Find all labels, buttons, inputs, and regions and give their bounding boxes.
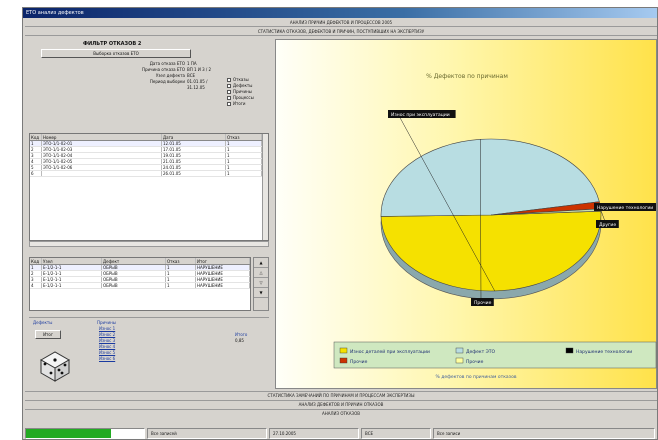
left-pane: ФИЛЬТР ОТКАЗОВ 2 Выборка отказов ЕТО Дат…: [27, 39, 273, 389]
table-row[interactable]: 4 Е-1/2-1-1 ОБРЫВ 1 НАРУШЕНИЕ: [30, 283, 250, 289]
lower-panel: Дефекты Итог Причины Износ 1 Износ 2 Изн…: [29, 317, 269, 387]
status-filter: ВСЕ: [361, 428, 431, 439]
pie-slice: [380, 210, 602, 292]
legend-label: Прочие: [350, 359, 368, 365]
pie-chart-panel: % Дефектов по причинам Износ при эксплуат…: [275, 39, 657, 389]
legend-label: Износ деталей при эксплуатации: [350, 348, 430, 355]
failures-grid[interactable]: Код Номер Дата Отказ 1 ЭТО-1/1-02-01 12.01…: [29, 133, 269, 241]
main-window: ЕТО анализ дефектов АНАЛИЗ ПРИЧИН ДЕФЕКТ…: [22, 7, 658, 440]
footer-line-3: АНАЛИЗ ОТКАЗОВ: [25, 409, 657, 417]
checkbox[interactable]: [227, 90, 231, 94]
nav-first-button[interactable]: ▲: [254, 258, 268, 268]
header-line-2: СТАТИСТИКА ОТКАЗОВ, ДЕФЕКТОВ И ПРИЧИН, П…: [25, 28, 657, 36]
list-item[interactable]: Износ 6: [99, 356, 139, 362]
checkbox[interactable]: [227, 84, 231, 88]
grid-header: Код Номер Дата Отказ: [30, 134, 268, 141]
option-checkboxes: Отказы Дефекты Причины Процессы Итоги: [227, 77, 271, 107]
defects-label: Дефекты: [33, 320, 53, 325]
status-bar: Все записей 27.10.2005 ВСЕ Все записи: [25, 428, 657, 439]
filter-group-title: ФИЛЬТР ОТКАЗОВ 2: [83, 41, 142, 47]
checkbox[interactable]: [227, 96, 231, 100]
footer-line-1: СТАТИСТИКА ЗАМЕЧАНИЙ ПО ПРИЧИНАМ И ПРОЦЕ…: [25, 391, 657, 399]
legend-swatch: [565, 347, 574, 354]
progress-fill: [26, 429, 111, 438]
status-all: Все записи: [433, 428, 655, 439]
dice-icon: [39, 351, 71, 382]
grid-header: Код Узел Дефект Отказ Итог: [30, 258, 250, 265]
legend-swatch: [339, 347, 348, 354]
legend-label: Дефект ЭТО: [466, 349, 496, 355]
total-button[interactable]: Итог: [35, 330, 61, 339]
status-date: 27.10.2005: [269, 428, 359, 439]
footer-line-2: АНАЛИЗ ДЕФЕКТОВ И ПРИЧИН ОТКАЗОВ: [25, 400, 657, 408]
grid-horizontal-scrollbar[interactable]: [29, 241, 269, 247]
record-navigator[interactable]: ▲ △ ▽ ▼: [253, 257, 269, 311]
pie-slice: [380, 138, 600, 217]
defects-grid[interactable]: Код Узел Дефект Отказ Итог 1 Е-1/2-1-1 ОБР…: [29, 257, 251, 311]
slice-label: Износ при эксплуатации: [391, 112, 450, 118]
status-records: Все записей: [147, 428, 267, 439]
chart-legend: [333, 341, 657, 369]
header-line-1: АНАЛИЗ ПРИЧИН ДЕФЕКТОВ И ПРОЦЕССОВ 2005: [25, 19, 657, 27]
legend-label: Прочие: [466, 359, 484, 365]
slice-label: Прочие: [474, 300, 492, 306]
sum-value: 0,85: [235, 338, 244, 343]
sum-label: Итого: [235, 332, 248, 337]
checkbox[interactable]: [227, 78, 231, 82]
select-failures-button[interactable]: Выборка отказов ЕТО: [41, 49, 191, 58]
slice-label: Нарушение технологии: [597, 205, 653, 211]
pie-chart: % Дефектов по причинам Износ при эксплуат…: [333, 73, 657, 380]
param-row: Период выборки 01.01.05 / 31.12.05: [149, 79, 208, 90]
nav-next-button[interactable]: ▽: [254, 278, 268, 288]
causes-list: Износ 1 Износ 2 Износ 3 Износ 4 Износ 5 …: [99, 326, 139, 362]
slice-label: Другие: [599, 222, 616, 228]
checkbox[interactable]: [227, 102, 231, 106]
legend-swatch: [339, 357, 348, 364]
table-row[interactable]: 6 26.01.05 1: [30, 171, 268, 177]
chart-title: % Дефектов по причинам: [426, 73, 508, 80]
nav-last-button[interactable]: ▼: [254, 288, 268, 298]
filter-params: Дата отказа ЕТО 1 ПА Причина отказа ЕТО ВП…: [29, 61, 225, 90]
progress-bar: [25, 428, 145, 439]
nav-prev-button[interactable]: △: [254, 268, 268, 278]
legend-swatch: [455, 347, 464, 354]
grid-vertical-scrollbar[interactable]: [262, 134, 268, 240]
check-totals[interactable]: Итоги: [227, 101, 271, 107]
causes-list-label: Причины: [97, 320, 116, 325]
legend-swatch: [455, 357, 464, 364]
chart-footnote: % дефектов по причинам отказов: [436, 374, 517, 380]
window-title: ЕТО анализ дефектов: [23, 8, 657, 18]
legend-label: Нарушение технологии: [576, 349, 632, 355]
